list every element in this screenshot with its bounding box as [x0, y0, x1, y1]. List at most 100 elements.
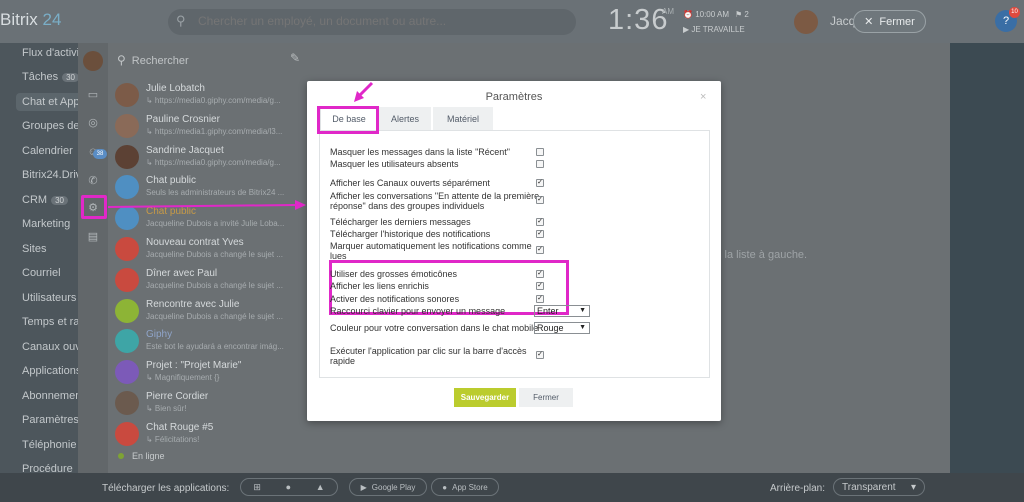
- conversation-item[interactable]: Dîner avec Paul Jacqueline Dubois a chang…: [108, 265, 313, 296]
- clock-suffix: AM: [662, 7, 674, 16]
- new-chat-icon[interactable]: ✎: [290, 51, 300, 65]
- conversation-avatar: [115, 391, 139, 415]
- conversation-item[interactable]: Pierre Cordier ↳ Bien sûr!: [108, 388, 313, 419]
- conversation-item[interactable]: Sandrine Jacquet ↳ https://media0.giphy.c…: [108, 142, 313, 173]
- setting-checkbox[interactable]: ✓: [536, 270, 544, 278]
- setting-label: Couleur pour votre conversation dans le …: [330, 323, 539, 333]
- empty-hint: s la liste à gauche.: [716, 249, 808, 261]
- linux-icon[interactable]: ▲: [316, 482, 325, 492]
- global-search[interactable]: ⚲: [168, 9, 576, 35]
- left-menu-item[interactable]: Courriel: [22, 267, 61, 279]
- left-menu-item[interactable]: Calendrier: [22, 145, 73, 157]
- left-menu-count-badge: 30: [51, 196, 68, 205]
- left-menu-item[interactable]: Téléphonie: [22, 439, 76, 451]
- conversation-name: Giphy: [146, 329, 173, 341]
- setting-checkbox[interactable]: ✓: [536, 179, 544, 187]
- conversation-avatar: [115, 175, 139, 200]
- left-menu-item-label: Utilisateurs: [22, 292, 77, 304]
- phone-icon[interactable]: ✆: [85, 173, 101, 189]
- setting-label: Télécharger les derniers messages: [330, 217, 471, 227]
- setting-checkbox[interactable]: ✓: [536, 282, 544, 290]
- conversation-item[interactable]: Chat Rouge #5 ↳ Félicitations!: [108, 419, 313, 450]
- alarm-icon: ⏰: [683, 10, 696, 19]
- google-play-label: Google Play: [371, 482, 416, 492]
- setting-checkbox[interactable]: [536, 160, 544, 168]
- left-menu-item-label: Tâches: [22, 71, 59, 83]
- save-button[interactable]: Sauvegarder: [454, 388, 516, 407]
- conversation-preview: Jacqueline Dubois a invité Julie Loba...: [146, 219, 285, 229]
- close-icon[interactable]: ×: [700, 91, 706, 103]
- setting-checkbox[interactable]: ✓: [536, 295, 544, 303]
- contact-search[interactable]: ⚲ Rechercher: [117, 53, 189, 67]
- app-store-button[interactable]: ● App Store: [431, 478, 499, 496]
- user-avatar[interactable]: [794, 10, 818, 34]
- setting-checkbox[interactable]: ✓: [536, 196, 544, 204]
- conversation-name: Sandrine Jacquet: [146, 144, 224, 156]
- conversation-preview: ↳ https://media0.giphy.com/media/g...: [146, 96, 281, 105]
- setting-label: Afficher les liens enrichis: [330, 281, 429, 291]
- conversation-item[interactable]: Projet : "Projet Marie" ↳ Magnifiquement …: [108, 357, 313, 388]
- left-menu-item[interactable]: Abonnement: [22, 390, 84, 402]
- left-menu-item[interactable]: CRM 30: [22, 194, 68, 206]
- conversation-preview: ↳ Félicitations!: [146, 434, 200, 444]
- conversation-preview: ↳ Magnifiquement {}: [146, 373, 220, 383]
- conversation-item[interactable]: Chat public Jacqueline Dubois a invité Ju…: [108, 203, 313, 234]
- conversation-name: Chat public: [146, 175, 197, 187]
- close-icon: ✕: [864, 16, 874, 28]
- chevron-down-icon: ▼: [579, 307, 586, 314]
- alarm-count: ⚑ 2: [735, 10, 749, 19]
- conversation-item[interactable]: Nouveau contrat Yves Jacqueline Dubois a …: [108, 234, 313, 265]
- chat-icon[interactable]: ▭: [85, 87, 101, 103]
- alarm-time[interactable]: ⏰ 10:00 AM: [683, 10, 729, 19]
- chevron-down-icon: ▾: [910, 481, 916, 493]
- tab-alerts[interactable]: Alertes: [379, 107, 431, 130]
- conversation-item[interactable]: Rencontre avec Julie Jacqueline Dubois a …: [108, 296, 313, 327]
- background-select[interactable]: Transparent ▾: [833, 478, 925, 496]
- status-selector[interactable]: En ligne: [108, 451, 165, 461]
- close-messenger-button[interactable]: ✕ Fermer: [853, 10, 926, 33]
- conversation-item[interactable]: Julie Lobatch ↳ https://media0.giphy.com/…: [108, 80, 313, 111]
- setting-label: Exécuter l'application par clic sur la b…: [330, 346, 527, 366]
- apple-icon[interactable]: ●: [286, 482, 291, 492]
- alarm-count-label: 2: [744, 10, 749, 19]
- work-status[interactable]: ▶ JE TRAVAILLE: [683, 25, 745, 34]
- conversation-item[interactable]: Pauline Crosnier ↳ https://media1.giphy.c…: [108, 111, 313, 142]
- left-menu-item[interactable]: Paramètres: [22, 414, 79, 426]
- conversation-name: Chat public: [146, 206, 197, 218]
- global-search-input[interactable]: [198, 14, 558, 28]
- setting-checkbox[interactable]: ✓: [536, 246, 544, 254]
- setting-checkbox[interactable]: ✓: [536, 351, 544, 359]
- notes-icon[interactable]: ▤: [85, 229, 101, 245]
- chevron-down-icon: ▼: [579, 324, 586, 331]
- setting-select[interactable]: Rouge ▼: [534, 322, 590, 334]
- left-menu-item-label: Applications: [22, 365, 82, 377]
- left-menu-item[interactable]: Applications: [22, 365, 81, 377]
- conversation-item[interactable]: Giphy Este bot le ayudará a encontrar imá…: [108, 326, 313, 357]
- bottom-bar: Télécharger les applications: ⊞ ● ▲ ▶ Goo…: [0, 473, 1024, 502]
- setting-checkbox[interactable]: ✓: [536, 230, 544, 238]
- tab-hardware[interactable]: Matériel: [433, 107, 493, 130]
- openlines-icon[interactable]: ◎: [85, 115, 101, 131]
- setting-checkbox[interactable]: [536, 148, 544, 156]
- left-menu-item[interactable]: Marketing: [22, 218, 70, 230]
- google-play-button[interactable]: ▶ Google Play: [349, 478, 427, 496]
- messenger-rail: ▭ ◎ ☺ 38 ✆ ⚙ ▤: [78, 43, 108, 473]
- my-avatar[interactable]: [83, 51, 103, 71]
- conversation-preview: ↳ Bien sûr!: [146, 404, 187, 413]
- cancel-button[interactable]: Fermer: [519, 388, 573, 407]
- conversation-avatar: [115, 113, 139, 138]
- left-menu-item[interactable]: Utilisateurs: [22, 292, 76, 304]
- conversation-preview: Jacqueline Dubois a changé le sujet ...: [146, 311, 283, 321]
- dialog-title: Paramètres: [485, 91, 543, 103]
- setting-select[interactable]: Enter ▼: [534, 305, 590, 317]
- setting-label: Activer des notifications sonores: [330, 294, 460, 304]
- conversation-name: Pauline Crosnier: [146, 113, 220, 125]
- windows-icon[interactable]: ⊞: [253, 482, 261, 493]
- conversation-item[interactable]: Chat public Seuls les administrateurs de …: [108, 172, 313, 203]
- background-label: Arrière-plan:: [770, 483, 826, 494]
- left-menu-item[interactable]: Sites: [22, 243, 46, 255]
- left-menu-item[interactable]: Tâches 30: [22, 71, 79, 83]
- setting-label: Utiliser des grosses émoticônes: [330, 269, 458, 279]
- brand-logo[interactable]: Bitrix 24: [0, 10, 61, 30]
- setting-checkbox[interactable]: ✓: [536, 218, 544, 226]
